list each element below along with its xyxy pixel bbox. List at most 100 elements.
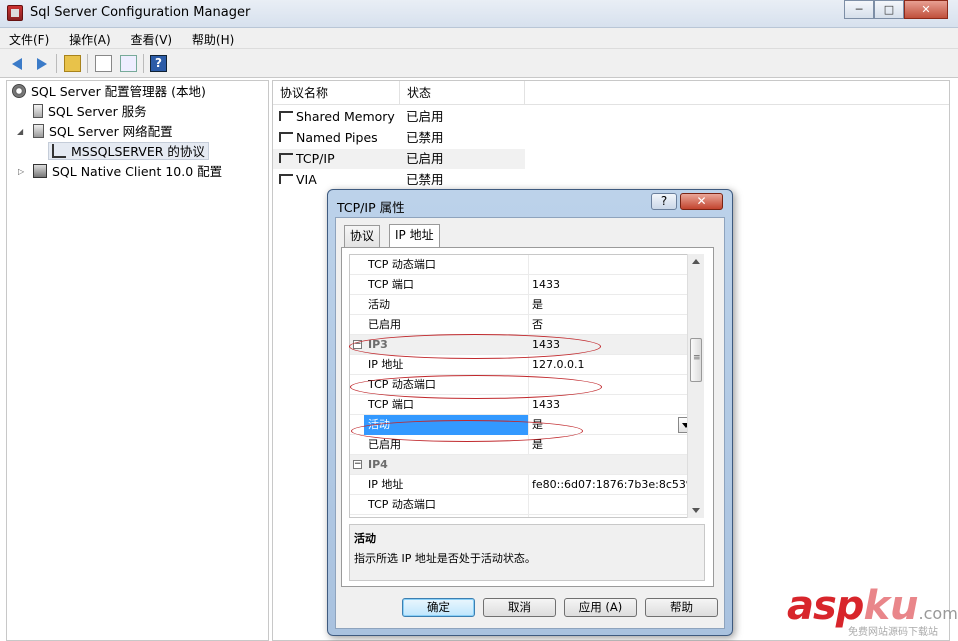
property-key: TCP 动态端口 [368,378,436,391]
maximize-button[interactable]: □ [874,0,904,19]
description-title: 活动 [354,532,376,545]
protocol-name: Named Pipes [296,130,378,145]
dialog-close-button[interactable]: ✕ [680,193,723,210]
scroll-down-icon[interactable] [692,508,700,513]
tree-node-network-config[interactable]: SQL Server 网络配置 [33,123,173,141]
protocol-icon [279,111,293,121]
property-key: 已启用 [368,438,401,451]
properties-icon[interactable] [95,55,112,72]
scroll-up-icon[interactable] [692,259,700,264]
property-row[interactable]: IP 地址 127.0.0.1 [350,355,693,375]
protocol-name: TCP/IP [296,151,335,166]
toolbar-separator [143,54,144,73]
protocol-status: 已禁用 [406,172,444,187]
title-bar: Sql Server Configuration Manager ─ □ ✕ [0,0,958,28]
list-row-shared-memory[interactable]: Shared Memory 已启用 [273,107,525,127]
list-row-named-pipes[interactable]: Named Pipes 已禁用 [273,128,525,148]
tree-node-label: SQL Native Client 10.0 配置 [52,164,223,179]
back-icon[interactable] [10,55,27,72]
window-title: Sql Server Configuration Manager [30,5,251,20]
help-button[interactable]: 帮助 [645,598,718,617]
protocols-icon [52,144,66,158]
ip-address-panel: TCP 动态端口 TCP 端口 1433 活动是 已启用否 − IP3 1433 IP… [341,247,714,587]
minimize-button[interactable]: ─ [844,0,874,19]
collapse-icon[interactable]: − [353,460,362,469]
protocol-status: 已启用 [406,109,444,124]
server-service-icon [33,104,43,118]
dialog-help-button[interactable]: ? [651,193,677,210]
property-key: 已启用 [368,318,401,331]
property-row[interactable]: IP 地址 fe80::6d07:1876:7b3e:8c53%17 [350,475,693,495]
list-row-via[interactable]: VIA 已禁用 [273,170,525,190]
property-row[interactable]: TCP 端口 1433 [350,395,693,415]
property-key: 活动 [368,298,390,311]
column-header-protocol-name[interactable]: 协议名称 [273,81,400,105]
tree-node-root[interactable]: SQL Server 配置管理器 (本地) [12,83,206,101]
forward-icon[interactable] [33,55,50,72]
protocol-icon [279,153,293,163]
property-grid-scrollbar[interactable] [687,254,704,518]
navigation-tree: SQL Server 配置管理器 (本地) SQL Server 服务 ◢ SQ… [6,80,269,641]
apply-button[interactable]: 应用 (A) [564,598,637,617]
property-key: IP 地址 [368,478,404,491]
property-row[interactable]: 活动 是 [350,295,693,315]
tree-node-mssqlserver-protocols[interactable]: MSSQLSERVER 的协议 [48,142,209,160]
property-value: 是 [532,298,543,311]
ok-button[interactable]: 确定 [402,598,475,617]
property-row[interactable]: TCP 动态端口 [350,375,693,395]
tree-node-label: SQL Server 服务 [48,104,147,119]
property-value: 是 [532,418,543,431]
protocol-status: 已启用 [406,151,444,166]
property-row-selected[interactable]: 活动 是 [350,415,693,435]
property-key: TCP 端口 [368,398,414,411]
property-key: TCP 端口 [368,278,414,291]
property-value: 1433 [532,515,560,517]
menu-view[interactable]: 查看(V) [122,28,180,48]
config-manager-icon [12,84,26,98]
category-label: IP4 [368,458,388,471]
tree-node-native-client[interactable]: SQL Native Client 10.0 配置 [33,163,222,181]
app-icon [7,5,23,21]
property-description: 活动 指示所选 IP 地址是否处于活动状态。 [349,524,705,581]
collapsed-arrow-icon[interactable]: ▷ [18,167,24,176]
expanded-arrow-icon[interactable]: ◢ [17,127,23,136]
tab-ip-addresses[interactable]: IP 地址 [389,224,440,248]
tab-protocol[interactable]: 协议 [344,225,381,247]
tree-node-label: MSSQLSERVER 的协议 [71,144,205,159]
property-row[interactable]: TCP 动态端口 [350,495,693,515]
property-row[interactable]: TCP 动态端口 [350,255,693,275]
toolbar-separator [56,54,57,73]
property-value: 否 [532,318,543,331]
cancel-button[interactable]: 取消 [483,598,556,617]
property-row[interactable]: 已启用 否 [350,315,693,335]
watermark-subtitle: 免费网站源码下载站 [848,627,938,638]
property-grid: TCP 动态端口 TCP 端口 1433 活动是 已启用否 − IP3 1433 IP… [349,254,694,518]
help-icon[interactable]: ? [150,55,167,72]
property-value: 1433 [532,278,560,291]
property-category-ip3[interactable]: − IP3 1433 [350,335,693,355]
property-value: 1433 [532,398,560,411]
property-key: TCP 动态端口 [368,258,436,271]
property-row[interactable]: 已启用 是 [350,435,693,455]
tree-node-label: SQL Server 网络配置 [49,124,173,139]
property-row[interactable]: TCP 端口 1433 [350,275,693,295]
property-value: 是 [532,438,543,451]
menu-help[interactable]: 帮助(H) [183,28,241,48]
scroll-thumb[interactable] [690,338,702,382]
list-row-tcp-ip[interactable]: TCP/IP 已启用 [273,149,525,169]
column-header-status[interactable]: 状态 [400,81,525,105]
protocol-status: 已禁用 [406,130,444,145]
property-row[interactable]: TCP 端口 1433 [350,515,693,517]
up-folder-icon[interactable] [64,55,81,72]
collapse-icon[interactable]: − [353,340,362,349]
menu-file[interactable]: 文件(F) [0,28,56,48]
property-key: TCP 端口 [368,515,414,517]
tree-node-services[interactable]: SQL Server 服务 [33,103,147,121]
property-value: 1433 [532,338,560,351]
export-list-icon[interactable] [120,55,137,72]
property-category-ip4[interactable]: − IP4 [350,455,693,475]
list-header: 协议名称 状态 [273,81,949,105]
close-button[interactable]: ✕ [904,0,948,19]
menu-action[interactable]: 操作(A) [60,28,118,48]
property-value: 127.0.0.1 [532,358,585,371]
